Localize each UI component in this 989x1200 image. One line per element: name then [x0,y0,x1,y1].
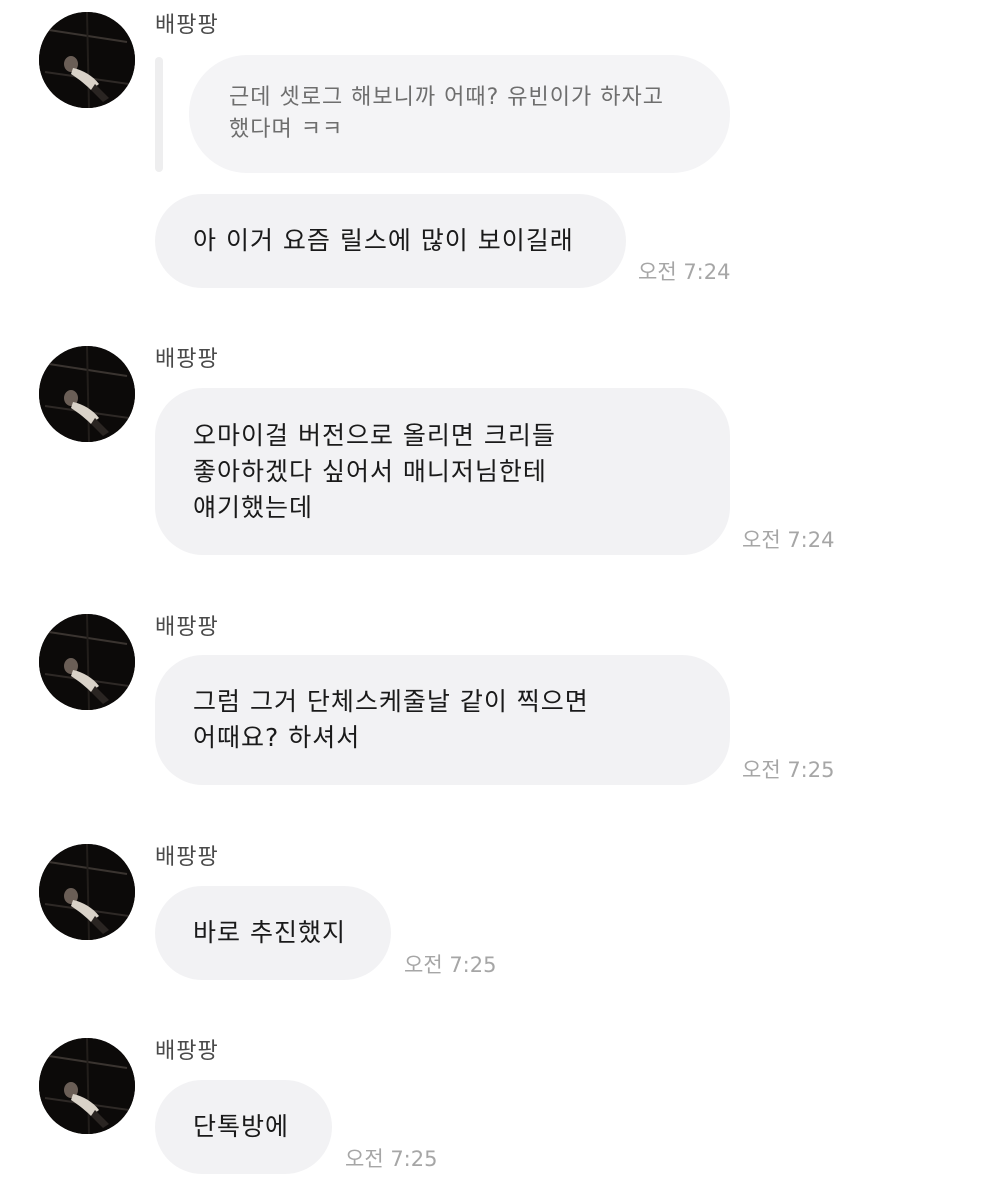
avatar[interactable] [39,844,135,940]
message-bubble[interactable]: 아 이거 요즘 릴스에 많이 보이길래 [155,194,626,288]
message-text: 아 이거 요즘 릴스에 많이 보이길래 [193,226,574,255]
message-bubble[interactable]: 그럼 그거 단체스케줄날 같이 찍으면 어때요? 하셔서 [155,655,730,785]
message-time: 오전 7:24 [638,260,731,284]
message-text: 얘기했는데 [193,492,314,522]
sender-name: 배팡팡 [155,615,219,640]
message-time: 오전 7:25 [404,953,497,977]
reply-quote-line: 근데 셋로그 해보니까 어때? 유빈이가 하자고 [229,85,664,110]
message-time: 오전 7:25 [345,1147,438,1171]
avatar[interactable] [39,1038,135,1134]
avatar[interactable] [39,346,135,442]
message-bubble[interactable]: 단톡방에 [155,1080,332,1174]
sender-name: 배팡팡 [155,845,219,870]
sender-name: 배팡팡 [155,1039,219,1064]
reply-quote-bar [155,57,163,172]
message-text: 오마이걸 버전으로 올리면 크리들 [193,420,556,450]
reply-quote[interactable]: 근데 셋로그 해보니까 어때? 유빈이가 하자고 했다며 ㅋㅋ [189,55,730,173]
message-bubble[interactable]: 바로 추진했지 [155,886,391,980]
avatar[interactable] [39,12,135,108]
message-time: 오전 7:24 [742,528,835,552]
message-time: 오전 7:25 [742,758,835,782]
message-text: 어때요? 하셔서 [193,723,361,752]
avatar[interactable] [39,614,135,710]
message-text: 좋아하겠다 싶어서 매니저님한테 [193,456,547,486]
sender-name: 배팡팡 [155,13,219,38]
sender-name: 배팡팡 [155,347,219,372]
reply-quote-line: 했다며 ㅋㅋ [229,117,344,142]
message-text: 단톡방에 [193,1112,290,1141]
message-text: 그럼 그거 단체스케줄날 같이 찍으면 [193,687,589,716]
message-text: 바로 추진했지 [193,918,346,947]
message-bubble[interactable]: 오마이걸 버전으로 올리면 크리들 좋아하겠다 싶어서 매니저님한테 얘기했는데 [155,388,730,555]
